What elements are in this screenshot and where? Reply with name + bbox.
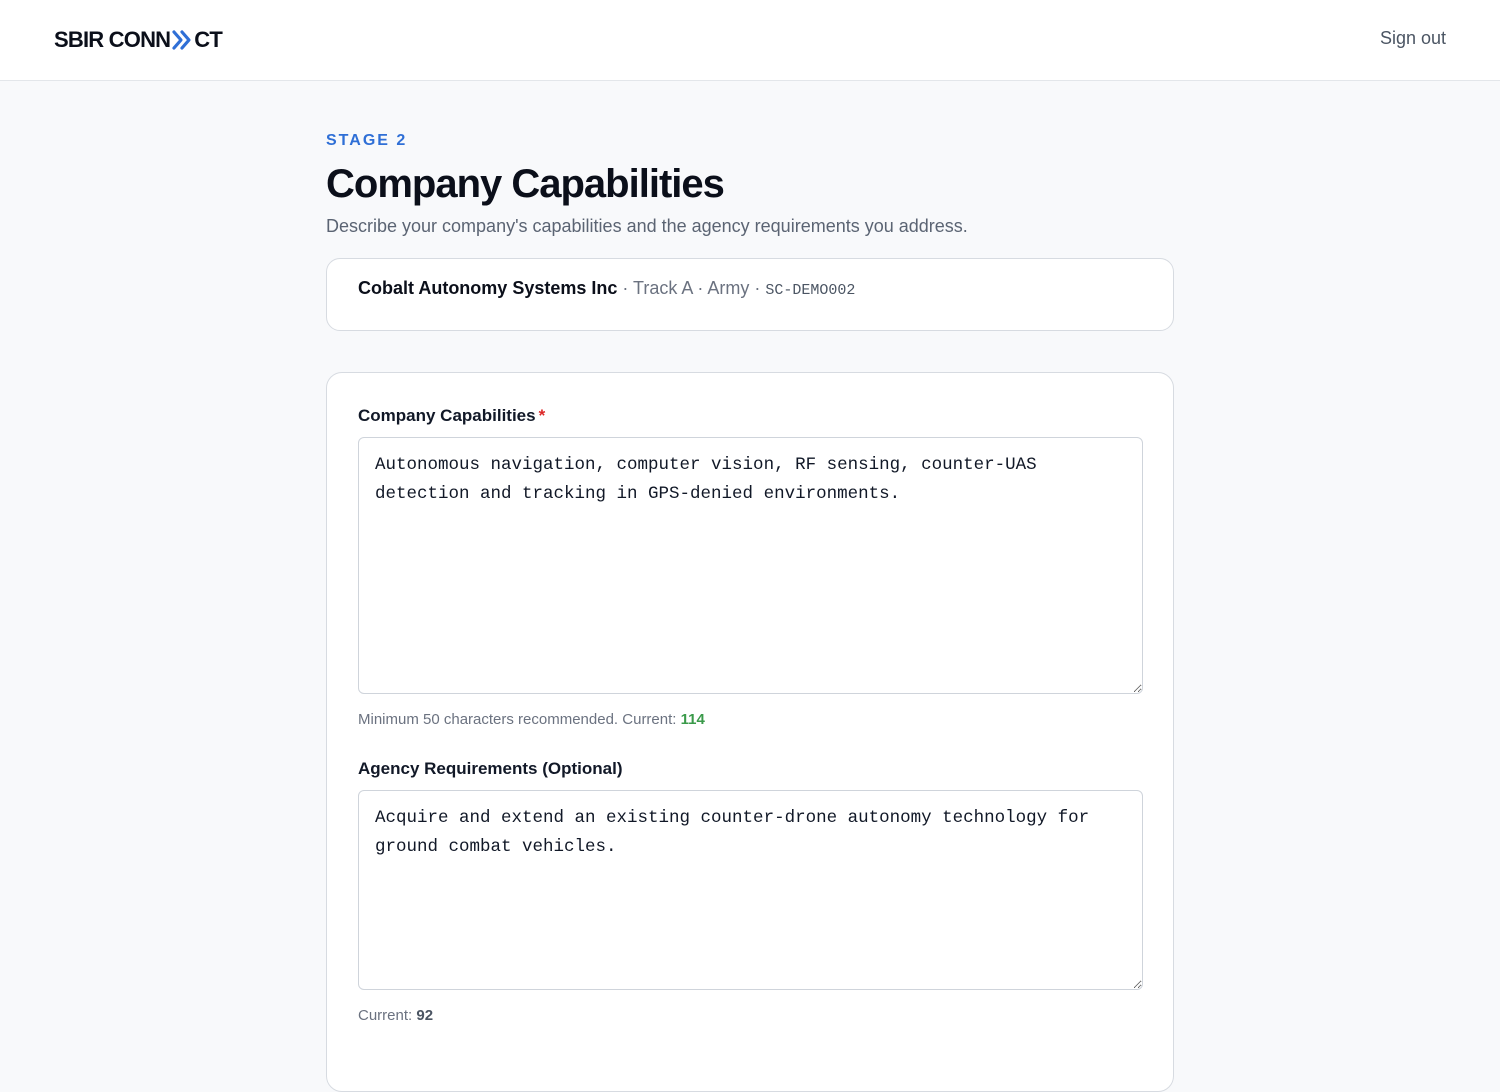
agency-label: Army	[707, 278, 750, 298]
submission-code: SC-DEMO002	[765, 282, 856, 299]
agency-requirements-label: Agency Requirements (Optional)	[358, 759, 623, 778]
requirements-hint-text: Current:	[358, 1007, 417, 1024]
page-subtitle: Describe your company's capabilities and…	[326, 216, 968, 236]
top-navigation-bar: SBIR CONN CT Sign out	[0, 0, 1500, 81]
info-separator: ·	[749, 278, 766, 298]
company-capabilities-label-text: Company Capabilities	[358, 406, 536, 425]
logo-text-end: CT	[194, 27, 223, 52]
company-capabilities-label: Company Capabilities *	[358, 405, 1142, 427]
requirements-char-count: 92	[416, 1007, 434, 1024]
main-content: STAGE 2 Company Capabilities Describe yo…	[326, 81, 1174, 1092]
sign-out-link[interactable]: Sign out	[1380, 28, 1446, 49]
capabilities-form-card: Company Capabilities * Autonomous navigat…	[326, 372, 1174, 1092]
double-chevron-right-icon	[172, 30, 191, 50]
page-title: Company Capabilities	[326, 162, 725, 206]
capabilities-char-count: 114	[680, 711, 705, 728]
company-info-card: Cobalt Autonomy Systems Inc · Track A · …	[326, 258, 1174, 331]
required-asterisk: *	[538, 406, 546, 425]
requirements-char-hint: Current: 92	[358, 1006, 1142, 1026]
company-capabilities-textarea[interactable]: Autonomous navigation, computer vision, …	[358, 437, 1143, 694]
stage-label: STAGE 2	[326, 132, 408, 149]
sbir-connect-logo[interactable]: SBIR CONN CT	[54, 27, 223, 53]
info-separator: ·	[617, 278, 634, 298]
capabilities-hint-text: Minimum 50 characters recommended. Curre…	[358, 711, 681, 728]
company-name: Cobalt Autonomy Systems Inc	[358, 278, 618, 298]
info-separator: ·	[692, 278, 708, 298]
capabilities-char-hint: Minimum 50 characters recommended. Curre…	[358, 710, 1142, 730]
track-label: Track A	[633, 278, 693, 298]
agency-requirements-textarea[interactable]: Acquire and extend an existing counter-d…	[358, 790, 1143, 990]
logo-text-start: SBIR CONN	[54, 27, 171, 52]
